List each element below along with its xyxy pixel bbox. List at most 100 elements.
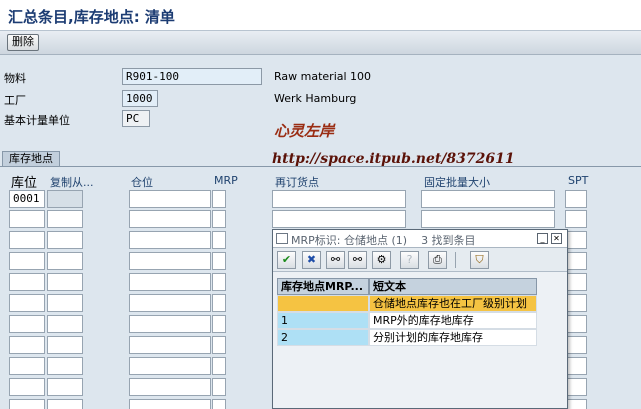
help-icon[interactable]: ?: [400, 251, 419, 269]
table-cell-mrp[interactable]: [212, 315, 226, 333]
table-cell-mrp[interactable]: [212, 210, 226, 228]
confirm-check-icon[interactable]: ✔: [277, 251, 296, 269]
table-cell-copy[interactable]: [47, 315, 83, 333]
table-cell-mrp[interactable]: [212, 357, 226, 375]
table-cell-wh[interactable]: [129, 357, 211, 375]
material-description: Raw material 100: [274, 70, 372, 83]
watermark-signature: 心灵左岸: [274, 122, 335, 140]
table-cell-spt[interactable]: [565, 336, 587, 354]
tab-storage-location[interactable]: 库存地点: [2, 151, 60, 167]
table-cell-spt[interactable]: [565, 357, 587, 375]
table-cell-copy[interactable]: [47, 273, 83, 291]
table-cell-mrp[interactable]: [212, 252, 226, 270]
cancel-x-icon[interactable]: ✖: [302, 251, 321, 269]
table-cell-sloc[interactable]: [9, 294, 45, 312]
table-cell-lot[interactable]: [421, 190, 555, 208]
table-cell-sloc[interactable]: [9, 357, 45, 375]
table-cell-spt[interactable]: [565, 210, 587, 228]
table-cell-copy[interactable]: [47, 357, 83, 375]
table-cell-mrp[interactable]: [212, 273, 226, 291]
table-cell-copy[interactable]: [47, 252, 83, 270]
popup-row-text[interactable]: 仓储地点库存也在工厂级别计划: [369, 295, 537, 312]
col-header-fixed-lot: 固定批量大小: [424, 176, 490, 189]
table-cell-sloc[interactable]: 0001: [9, 190, 45, 208]
col-header-spt: SPT: [568, 174, 589, 187]
table-cell-spt[interactable]: [565, 294, 587, 312]
plant-description: Werk Hamburg: [274, 92, 357, 105]
popup-row-key[interactable]: 2: [277, 329, 369, 346]
table-cell-wh[interactable]: [129, 273, 211, 291]
base-uom-label: 基本计量单位: [4, 114, 70, 127]
table-cell-wh[interactable]: [129, 190, 211, 208]
table-cell-spt[interactable]: [565, 399, 587, 409]
find-next-icon[interactable]: ⚯: [348, 251, 367, 269]
table-cell-spt[interactable]: [565, 190, 587, 208]
table-cell-wh[interactable]: [129, 399, 211, 409]
table-cell-copy[interactable]: [47, 210, 83, 228]
table-cell-copy[interactable]: [47, 294, 83, 312]
table-cell-sloc[interactable]: [9, 315, 45, 333]
table-cell-rop[interactable]: [272, 190, 406, 208]
selection-settings-icon[interactable]: ⚙: [372, 251, 391, 269]
close-icon[interactable]: ✕: [551, 233, 562, 244]
popup-toolbar: ✔ ✖ ⚯ ⚯ ⚙ ? ⎙ ⛉: [273, 248, 567, 272]
application-toolbar: 删除: [0, 31, 641, 55]
table-cell-sloc[interactable]: [9, 273, 45, 291]
table-cell-sloc[interactable]: [9, 336, 45, 354]
table-cell-spt[interactable]: [565, 273, 587, 291]
col-header-copy-from: 复制从...: [50, 176, 94, 189]
popup-row-text[interactable]: MRP外的库存地库存: [369, 312, 537, 329]
col-header-mrp: MRP: [214, 174, 238, 187]
table-cell-mrp[interactable]: [212, 294, 226, 312]
minimize-icon[interactable]: _: [537, 233, 548, 244]
plant-label: 工厂: [4, 94, 26, 107]
table-cell-sloc[interactable]: [9, 210, 45, 228]
table-cell-mrp[interactable]: [212, 336, 226, 354]
print-icon[interactable]: ⎙: [428, 251, 447, 269]
popup-title-bar: MRP标识: 仓储地点 (1) 3 找到条目 _ ✕: [273, 230, 567, 248]
window-icon: [276, 233, 288, 244]
popup-row-key[interactable]: 1: [277, 312, 369, 329]
table-cell-spt[interactable]: [565, 231, 587, 249]
table-cell-copy[interactable]: [47, 190, 83, 208]
table-cell-sloc[interactable]: [9, 231, 45, 249]
table-cell-spt[interactable]: [565, 378, 587, 396]
table-cell-copy[interactable]: [47, 231, 83, 249]
plant-field[interactable]: 1000: [122, 90, 158, 107]
table-cell-mrp[interactable]: [212, 399, 226, 409]
table-cell-spt[interactable]: [565, 315, 587, 333]
table-cell-wh[interactable]: [129, 252, 211, 270]
table-cell-sloc[interactable]: [9, 252, 45, 270]
table-cell-spt[interactable]: [565, 252, 587, 270]
table-cell-mrp[interactable]: [212, 190, 226, 208]
page-title: 汇总条目,库存地点: 清单: [8, 8, 175, 26]
table-cell-lot[interactable]: [421, 210, 555, 228]
table-cell-wh[interactable]: [129, 210, 211, 228]
mrp-indicator-popup: MRP标识: 仓储地点 (1) 3 找到条目 _ ✕ ✔ ✖ ⚯ ⚯ ⚙ ? ⎙…: [272, 229, 568, 409]
find-icon[interactable]: ⚯: [326, 251, 345, 269]
popup-row-text[interactable]: 分别计划的库存地库存: [369, 329, 537, 346]
table-cell-copy[interactable]: [47, 378, 83, 396]
toolbar-separator: [455, 252, 456, 268]
popup-row-key[interactable]: [277, 295, 369, 312]
material-field[interactable]: R901-100: [122, 68, 262, 85]
table-cell-wh[interactable]: [129, 231, 211, 249]
title-bar: 汇总条目,库存地点: 清单: [0, 0, 641, 31]
col-header-warehouse: 仓位: [131, 176, 153, 189]
table-cell-copy[interactable]: [47, 399, 83, 409]
table-cell-wh[interactable]: [129, 336, 211, 354]
table-cell-mrp[interactable]: [212, 231, 226, 249]
table-cell-rop[interactable]: [272, 210, 406, 228]
table-cell-mrp[interactable]: [212, 378, 226, 396]
col-header-sloc: 库位: [11, 176, 38, 191]
delete-button[interactable]: 删除: [7, 34, 39, 51]
table-cell-wh[interactable]: [129, 378, 211, 396]
table-cell-sloc[interactable]: [9, 399, 45, 409]
table-cell-sloc[interactable]: [9, 378, 45, 396]
table-cell-wh[interactable]: [129, 315, 211, 333]
filter-icon[interactable]: ⛉: [470, 251, 489, 269]
table-cell-copy[interactable]: [47, 336, 83, 354]
table-cell-wh[interactable]: [129, 294, 211, 312]
popup-col-header-key: 库存地点MRP...: [277, 278, 369, 295]
base-uom-field[interactable]: PC: [122, 110, 150, 127]
